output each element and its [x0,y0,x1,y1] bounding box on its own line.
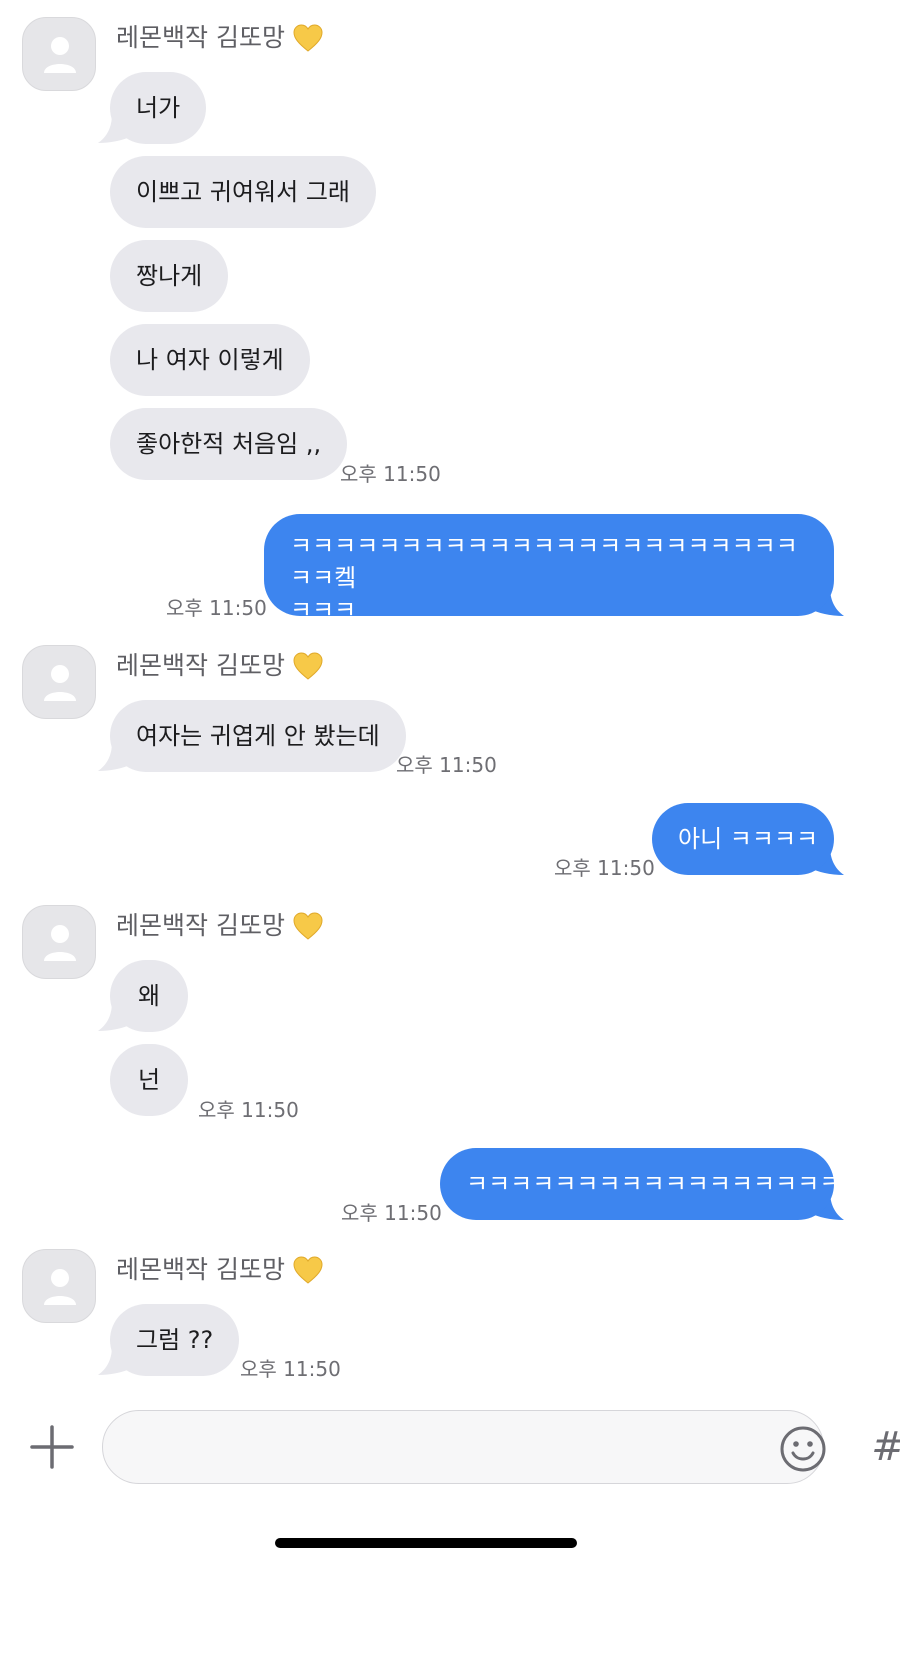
message-timestamp: 오후 11:50 [341,1201,442,1225]
sender-name: 레몬백작 김또망 [116,911,285,940]
message-timestamp: 오후 11:50 [240,1357,341,1381]
message-bubble-outgoing[interactable]: 아니 ㅋㅋㅋㅋ [652,803,834,875]
message-bubble-incoming[interactable]: 좋아한적 처음임 ,, [110,408,348,480]
chat-thread: 레몬백작 김또망 너가 이쁘고 귀여워서 그래 짱나게 나 여자 이렇게 좋아한… [0,0,900,1480]
message-text-line: ㅋㅋㅋㅋㅋㅋㅋㅋㅋㅋㅋㅋㅋㅋㅋㅋㅋㅋㅋㅋㅋㅋㅋㅋㅋ켘 [290,532,798,592]
yellow-heart-icon [293,24,323,52]
message-bubble-incoming[interactable]: 왜 [110,960,188,1032]
smiley-icon[interactable] [779,1425,827,1473]
message-input-container[interactable]: # [102,1410,900,1484]
yellow-heart-icon [293,1256,323,1284]
message-bubble-incoming[interactable]: 그럼 ?? [110,1304,240,1376]
person-icon [44,37,76,73]
message-input[interactable] [127,1411,667,1483]
sender-name: 레몬백작 김또망 [116,1255,285,1284]
message-timestamp: 오후 11:50 [396,753,497,777]
hashtag-icon[interactable]: # [867,1423,900,1471]
person-icon [44,925,76,961]
home-indicator[interactable] [275,1538,577,1548]
message-bubble-incoming[interactable]: 나 여자 이렇게 [110,324,310,396]
message-bubble-incoming[interactable]: 넌 [110,1044,188,1116]
message-bubble-incoming[interactable]: 짱나게 [110,240,229,312]
person-icon [44,1269,76,1305]
message-bubble-incoming[interactable]: 너가 [110,72,207,144]
message-text-line: ㅋㅋㅋ [290,596,357,624]
message-composer: # [0,1400,900,1500]
sender-avatar[interactable] [22,1249,96,1323]
message-bubble-outgoing[interactable]: ㅋㅋㅋㅋㅋㅋㅋㅋㅋㅋㅋㅋㅋㅋㅋㅋㅋ [440,1148,841,1220]
message-timestamp: 오후 11:50 [340,462,441,486]
message-bubble-incoming[interactable]: 여자는 귀엽게 안 봤는데 [110,700,406,772]
sender-avatar[interactable] [22,905,96,979]
message-bubble-outgoing[interactable]: ㅋㅋㅋㅋㅋㅋㅋㅋㅋㅋㅋㅋㅋㅋㅋㅋㅋㅋㅋㅋㅋㅋㅋㅋㅋ켘 ㅋㅋㅋ [264,514,834,624]
sender-name: 레몬백작 김또망 [116,651,285,680]
sender-name: 레몬백작 김또망 [116,23,285,52]
sender-avatar[interactable] [22,17,96,91]
yellow-heart-icon [293,652,323,680]
plus-icon[interactable] [28,1423,76,1471]
sender-name-row: 레몬백작 김또망 [116,908,323,944]
message-timestamp: 오후 11:50 [166,596,267,620]
sender-name-row: 레몬백작 김또망 [116,648,323,684]
sender-name-row: 레몬백작 김또망 [116,20,323,56]
message-timestamp: 오후 11:50 [198,1098,299,1122]
sender-name-row: 레몬백작 김또망 [116,1252,323,1288]
yellow-heart-icon [293,912,323,940]
message-bubble-incoming[interactable]: 이쁘고 귀여워서 그래 [110,156,376,228]
message-timestamp: 오후 11:50 [554,856,655,880]
person-icon [44,665,76,701]
sender-avatar[interactable] [22,645,96,719]
